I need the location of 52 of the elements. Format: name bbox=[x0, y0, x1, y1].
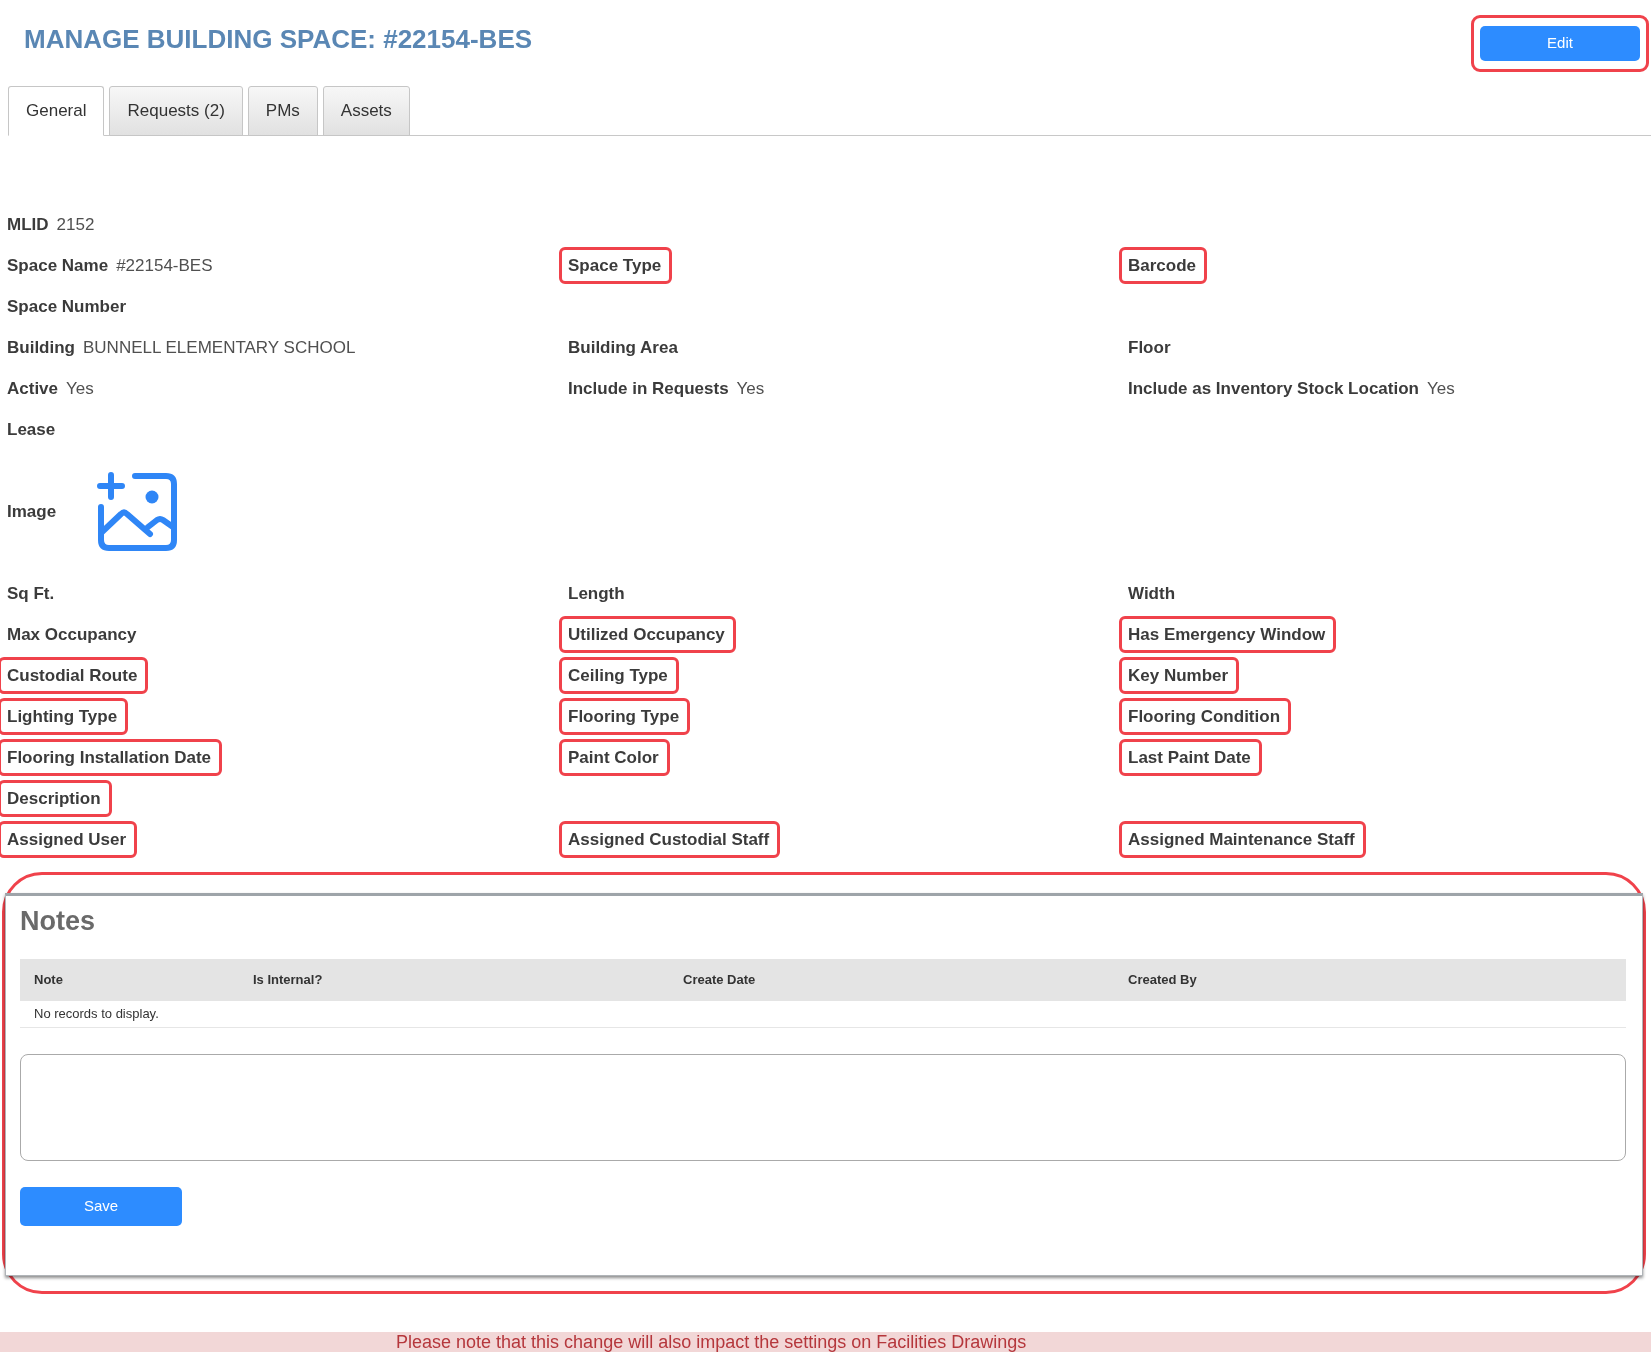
field-value: Yes bbox=[736, 377, 765, 400]
column-header: Is Internal? bbox=[239, 958, 669, 1001]
field-label: Description bbox=[7, 787, 101, 810]
field-label: Width bbox=[1128, 582, 1176, 605]
field-label: Sq Ft. bbox=[7, 582, 55, 605]
field-label: Lighting Type bbox=[7, 705, 118, 728]
tab[interactable]: Assets bbox=[322, 86, 410, 136]
field-label: Key Number bbox=[1128, 664, 1229, 687]
notes-title: Notes bbox=[20, 905, 95, 937]
field-label: Space Number bbox=[7, 295, 127, 318]
field-label: Custodial Route bbox=[7, 664, 138, 687]
field-value: Yes bbox=[66, 377, 94, 400]
field-label: Barcode bbox=[1128, 254, 1197, 277]
tab[interactable]: PMs bbox=[247, 86, 318, 136]
field-label: Flooring Condition bbox=[1128, 705, 1280, 728]
field-value: Yes bbox=[1426, 377, 1455, 400]
add-image-icon[interactable] bbox=[97, 471, 179, 552]
field-label: Building bbox=[7, 336, 75, 359]
field-label: Flooring Type bbox=[568, 705, 680, 728]
field-label: Space Type bbox=[568, 254, 662, 277]
field-label: Assigned Maintenance Staff bbox=[1128, 828, 1355, 851]
field-label: Floor bbox=[1128, 336, 1171, 359]
field-label: Active bbox=[7, 377, 59, 400]
field-label: Has Emergency Window bbox=[1128, 623, 1326, 646]
field-label: Utilized Occupancy bbox=[568, 623, 725, 646]
field-label: Assigned Custodial Staff bbox=[568, 828, 770, 851]
field-label: Image bbox=[7, 500, 57, 523]
field-label: Ceiling Type bbox=[568, 664, 668, 687]
field-label: Flooring Installation Date bbox=[7, 746, 211, 769]
column-header: Created By bbox=[1114, 958, 1626, 1001]
field-label: Length bbox=[568, 582, 625, 605]
field-value: 2152 bbox=[56, 213, 95, 236]
tab[interactable]: Requests (2) bbox=[109, 86, 243, 136]
column-header: Note bbox=[20, 958, 239, 1001]
field-label: Max Occupancy bbox=[7, 623, 137, 646]
field-value: BUNNELL ELEMENTARY SCHOOL bbox=[83, 336, 356, 359]
note-input[interactable] bbox=[20, 1054, 1626, 1161]
field-label: Last Paint Date bbox=[1128, 746, 1251, 769]
field-label: Space Name bbox=[7, 254, 109, 277]
page-title: MANAGE BUILDING SPACE: #22154-BES bbox=[24, 24, 533, 54]
tab[interactable]: General bbox=[8, 86, 105, 136]
field-label: Lease bbox=[7, 418, 56, 441]
field-label: Building Area bbox=[568, 336, 678, 359]
field-value: #22154-BES bbox=[116, 254, 213, 277]
field-label: Include as Inventory Stock Location bbox=[1128, 377, 1419, 400]
column-header: Create Date bbox=[669, 958, 1114, 1001]
field-label: Paint Color bbox=[568, 746, 659, 769]
field-label: Include in Requests bbox=[568, 377, 729, 400]
field-label: MLID bbox=[7, 213, 49, 236]
field-label: Assigned User bbox=[7, 828, 127, 851]
notice-banner: Please note that this change will also impact the settings on Facilities Drawings bbox=[0, 1332, 1651, 1352]
empty-message: No records to display. bbox=[20, 1000, 1626, 1028]
